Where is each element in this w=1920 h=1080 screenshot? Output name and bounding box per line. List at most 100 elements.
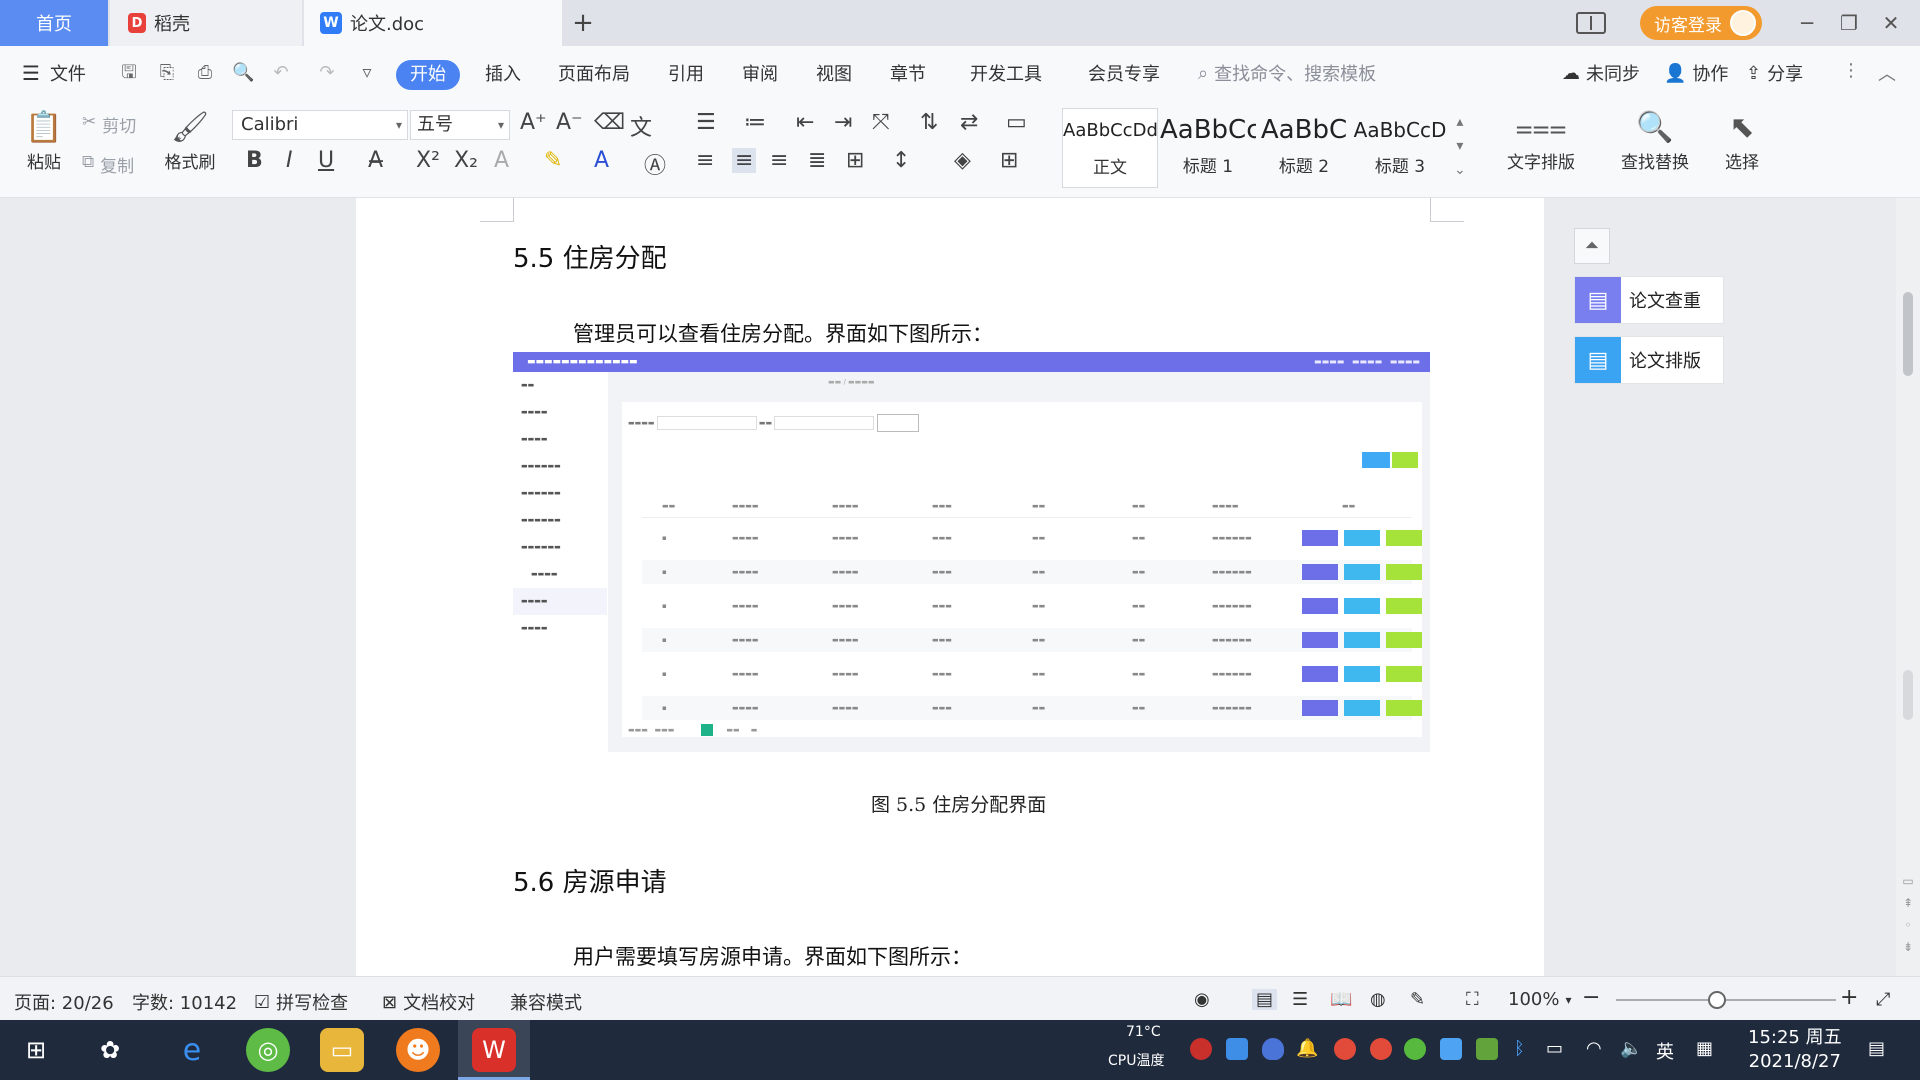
style-normal[interactable]: AaBbCcDd 正文	[1062, 108, 1158, 188]
tab-page-layout[interactable]: 页面布局	[558, 60, 630, 86]
spell-check-button[interactable]: ☑ 拼写检查	[254, 989, 348, 1015]
zoom-out-icon[interactable]: −	[1582, 985, 1600, 1010]
wifi-icon[interactable]: ◠	[1586, 1038, 1602, 1059]
reading-view-icon[interactable]: 📖	[1330, 989, 1352, 1010]
page-nav-icons[interactable]: ▭ ⇞ ◦ ⇟	[1900, 870, 1916, 958]
ime-language[interactable]: 英	[1656, 1038, 1674, 1064]
style-heading-3[interactable]: AaBbCcD 标题 3	[1352, 108, 1448, 188]
page-view-icon[interactable]: ▤	[1252, 989, 1278, 1010]
styles-scroll-icon[interactable]: ▴ ▾ ⌄	[1454, 110, 1466, 182]
collapse-ribbon-icon[interactable]: ︿	[1878, 60, 1896, 86]
shield-icon[interactable]	[1262, 1038, 1284, 1060]
tab-view[interactable]: 视图	[816, 60, 852, 86]
font-size-select[interactable]: 五号	[410, 110, 510, 140]
print-icon[interactable]: ⎙	[194, 62, 216, 84]
borders-icon[interactable]: ⊞	[1000, 148, 1018, 173]
zoom-select[interactable]: 100% ▾	[1508, 989, 1572, 1010]
zoom-slider-track[interactable]	[1616, 999, 1836, 1001]
bell-icon[interactable]: 🔔	[1296, 1038, 1318, 1059]
save-icon[interactable]: 🖫	[118, 62, 140, 84]
tab-insert[interactable]: 插入	[485, 60, 521, 86]
zoom-in-icon[interactable]: +	[1840, 985, 1858, 1010]
nvidia-icon[interactable]	[1476, 1038, 1498, 1060]
tab-member[interactable]: 会员专享	[1088, 60, 1160, 86]
paste-button[interactable]: 📋 粘贴	[16, 108, 72, 173]
tray-app-icon[interactable]	[1226, 1038, 1248, 1060]
highlight-icon[interactable]: ✎	[544, 148, 562, 173]
tab-document[interactable]: W 论文.doc	[304, 0, 562, 46]
qq-icon[interactable]	[1370, 1038, 1392, 1060]
layout-switch-icon[interactable]	[1576, 12, 1606, 34]
tray-app-icon[interactable]	[1440, 1038, 1462, 1060]
tab-home[interactable]: 首页	[0, 0, 108, 46]
font-name-select[interactable]: Calibri	[232, 110, 408, 140]
guest-login-button[interactable]: 访客登录	[1640, 6, 1762, 40]
media-app-icon[interactable]: ☻	[396, 1028, 440, 1072]
write-mode-icon[interactable]: ✎	[1410, 989, 1425, 1010]
shrink-font-icon[interactable]: A⁻	[556, 110, 583, 135]
tab-references[interactable]: 引用	[668, 60, 704, 86]
redo-icon[interactable]: ↷	[316, 62, 338, 84]
char-border-icon[interactable]: Ⓐ	[644, 148, 666, 180]
pinwheel-app-icon[interactable]: ✿	[88, 1028, 132, 1072]
page-indicator[interactable]: 页面: 20/26	[14, 989, 114, 1015]
tab-chapter[interactable]: 章节	[890, 60, 926, 86]
qq-icon[interactable]	[1334, 1038, 1356, 1060]
increase-indent-icon[interactable]: ⇥	[834, 110, 852, 135]
align-right-icon[interactable]: ≡	[770, 148, 788, 173]
doc-proof-button[interactable]: ⊠ 文档校对	[382, 989, 475, 1015]
new-tab-button[interactable]: +	[568, 8, 598, 38]
ime-mode-icon[interactable]: ▦	[1696, 1038, 1713, 1059]
numbered-list-icon[interactable]: ≔	[744, 110, 766, 135]
ie-browser-icon[interactable]: e	[170, 1028, 214, 1072]
tab-review[interactable]: 审阅	[742, 60, 778, 86]
command-search[interactable]: ⌕ 查找命令、搜索模板	[1198, 60, 1376, 86]
copy-button[interactable]: ⧉ 复制	[82, 152, 134, 177]
share-button[interactable]: ⇪ 分享	[1746, 60, 1803, 86]
minimize-button[interactable]: ─	[1786, 11, 1828, 35]
vertical-scrollbar[interactable]: ▭ ⇞ ◦ ⇟	[1896, 198, 1920, 976]
export-icon[interactable]: ⎘	[156, 62, 178, 84]
subscript-icon[interactable]: X₂	[454, 148, 478, 173]
tab-developer[interactable]: 开发工具	[970, 60, 1042, 86]
volume-icon[interactable]: 🔈	[1620, 1038, 1642, 1059]
select-button[interactable]: ⬉ 选择	[1712, 108, 1772, 173]
paper-layout-button[interactable]: ▤ 论文排版	[1574, 336, 1724, 384]
underline-icon[interactable]: U	[318, 148, 334, 173]
style-heading-2[interactable]: AaBbC 标题 2	[1256, 108, 1352, 188]
line-spacing-icon[interactable]: ↕	[892, 148, 910, 173]
sync-button[interactable]: ☁ 未同步	[1562, 60, 1640, 86]
superscript-icon[interactable]: X²	[416, 148, 440, 173]
font-color-icon[interactable]: A	[594, 148, 609, 173]
show-marks-icon[interactable]: ⇄	[960, 110, 978, 135]
chinese-layout-icon[interactable]: ⤧	[872, 110, 890, 135]
tab-daoke[interactable]: D 稻壳	[110, 0, 302, 46]
bullet-list-icon[interactable]: ☰	[696, 110, 716, 135]
grow-font-icon[interactable]: A⁺	[520, 110, 547, 135]
fullscreen-icon[interactable]: ⤢	[1876, 989, 1890, 1010]
file-menu[interactable]: ☰ 文件	[22, 60, 86, 86]
restore-button[interactable]: ❐	[1828, 11, 1870, 35]
shading-icon[interactable]: ◈	[954, 148, 971, 173]
word-count[interactable]: 字数: 10142	[132, 989, 237, 1015]
bold-icon[interactable]: B	[246, 148, 263, 173]
italic-icon[interactable]: I	[286, 148, 293, 173]
outline-view-icon[interactable]: ☰	[1292, 989, 1308, 1010]
cut-button[interactable]: ✂ 剪切	[82, 112, 136, 137]
distribute-icon[interactable]: ⊞	[846, 148, 864, 173]
notification-icon[interactable]: ▤	[1868, 1038, 1885, 1059]
tab-start[interactable]: 开始	[396, 60, 460, 90]
strikethrough-icon[interactable]: A̶	[368, 148, 383, 173]
more-icon[interactable]: ⋮	[1842, 60, 1860, 81]
clear-format-icon[interactable]: ⌫	[594, 110, 625, 135]
print-preview-icon[interactable]: 🔍	[232, 62, 254, 84]
file-explorer-icon[interactable]: ▭	[320, 1028, 364, 1072]
collaborate-button[interactable]: 👤 协作	[1664, 60, 1728, 86]
tray-app-icon[interactable]	[1404, 1038, 1426, 1060]
text-layout-button[interactable]: ⩶ 文字排版	[1496, 108, 1586, 173]
windows-start-icon[interactable]: ⊞	[14, 1028, 58, 1072]
panel-collapse-icon[interactable]: ⏶	[1574, 228, 1610, 264]
eye-protection-icon[interactable]: ◉	[1194, 989, 1210, 1010]
bluetooth-icon[interactable]: ᛒ	[1514, 1038, 1525, 1059]
sort-icon[interactable]: ⇅	[920, 110, 938, 135]
